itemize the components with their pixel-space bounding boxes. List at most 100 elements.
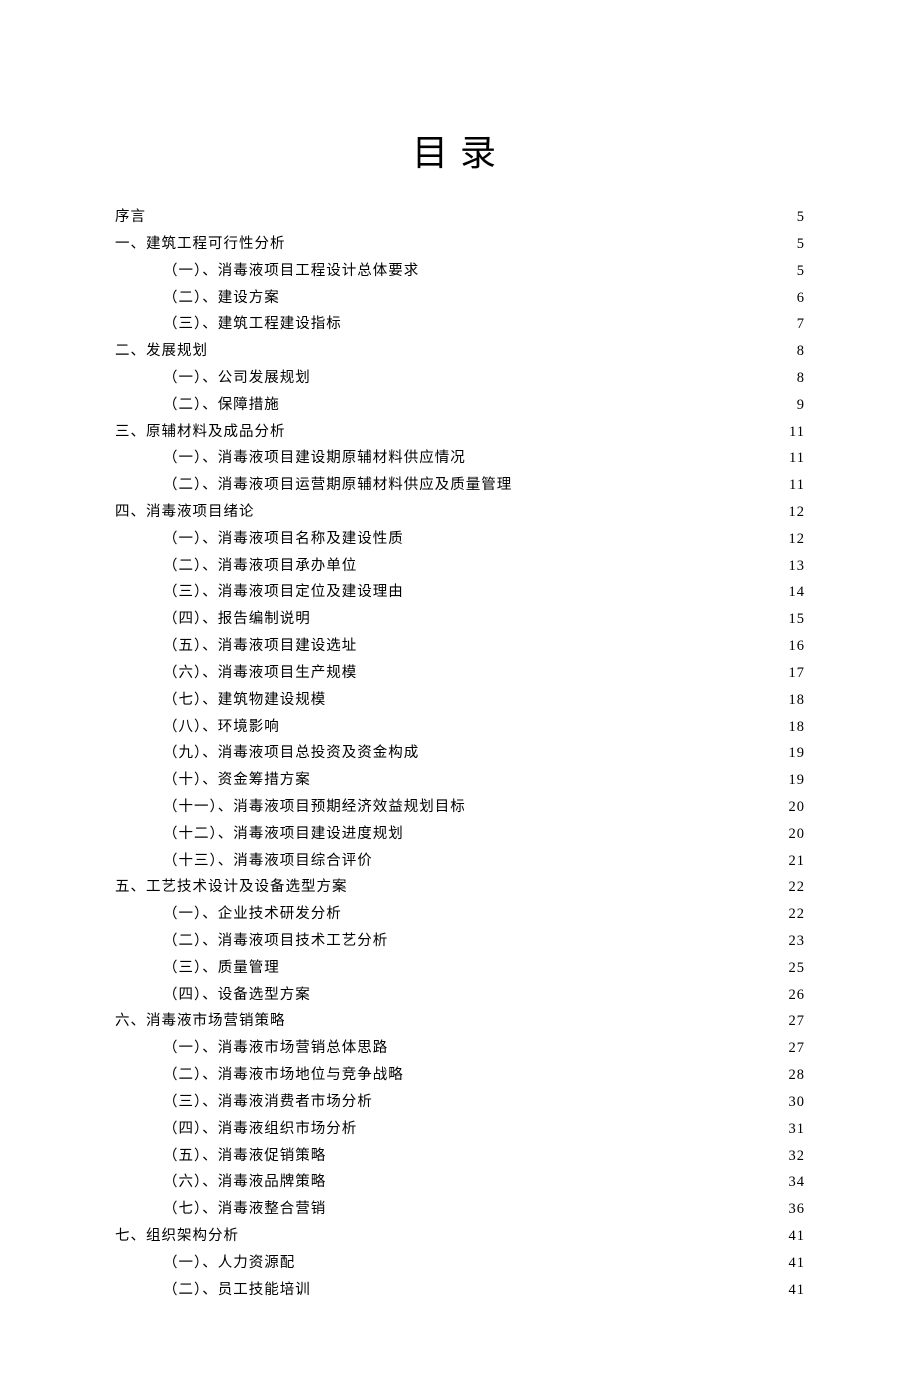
toc-entry-page: 5 xyxy=(797,258,805,285)
toc-dots xyxy=(350,877,787,892)
toc-dots xyxy=(390,931,786,946)
toc-entry-title: （四）、设备选型方案 xyxy=(163,982,311,1009)
toc-entry-page: 9 xyxy=(797,392,805,419)
toc-entry: 四、消毒液项目绪论 12 xyxy=(115,499,805,526)
toc-entry: （二）、保障措施 9 xyxy=(115,392,805,419)
toc-entry-page: 8 xyxy=(797,338,805,365)
toc-entry-title: （一）、消毒液市场营销总体思路 xyxy=(163,1035,388,1062)
toc-entry: （二）、消毒液项目承办单位 13 xyxy=(115,553,805,580)
toc-entry-title: （二）、消毒液项目技术工艺分析 xyxy=(163,928,388,955)
toc-entry-page: 20 xyxy=(789,794,806,821)
toc-entry-title: （二）、消毒液市场地位与竞争战略 xyxy=(163,1062,404,1089)
toc-entry: （一）、人力资源配 41 xyxy=(115,1250,805,1277)
toc-entry-page: 19 xyxy=(789,740,806,767)
toc-entry-page: 22 xyxy=(789,901,806,928)
toc-entry-title: （三）、消毒液项目定位及建设理由 xyxy=(163,579,404,606)
toc-entry-page: 14 xyxy=(789,579,806,606)
toc-entry-title: （二）、消毒液项目运营期原辅材料供应及质量管理 xyxy=(163,472,512,499)
toc-dots xyxy=(406,582,787,597)
toc-entry-title: （十三）、消毒液项目综合评价 xyxy=(163,848,373,875)
toc-dots xyxy=(406,528,787,543)
toc-dots xyxy=(328,1199,786,1214)
toc-dots xyxy=(421,260,795,275)
toc-dots xyxy=(313,367,795,382)
toc-entry-title: （八）、环境影响 xyxy=(163,714,280,741)
toc-dots xyxy=(297,1252,786,1267)
toc-entry-title: （二）、消毒液项目承办单位 xyxy=(163,553,357,580)
toc-entry: （一）、消毒液市场营销总体思路 27 xyxy=(115,1035,805,1062)
toc-entry: （一）、公司发展规划 8 xyxy=(115,365,805,392)
toc-entry-title: （四）、消毒液组织市场分析 xyxy=(163,1116,357,1143)
toc-entry: （二）、消毒液市场地位与竞争战略 28 xyxy=(115,1062,805,1089)
toc-entry: （四）、设备选型方案26 xyxy=(115,982,805,1009)
toc-dots xyxy=(359,636,786,651)
toc-dots xyxy=(282,394,795,409)
toc-entry-title: （三）、建筑工程建设指标 xyxy=(163,311,342,338)
toc-entry: （二）、建设方案 6 xyxy=(115,285,805,312)
toc-entry-page: 13 xyxy=(789,553,806,580)
toc-entry-page: 18 xyxy=(789,687,806,714)
toc-entry-page: 5 xyxy=(797,231,805,258)
page-title: 目录 xyxy=(115,124,805,176)
toc-entry: （五）、消毒液促销策略32 xyxy=(115,1143,805,1170)
toc-entry: （七）、消毒液整合营销36 xyxy=(115,1196,805,1223)
toc-entry-title: 四、消毒液项目绪论 xyxy=(115,499,255,526)
toc-entry-page: 11 xyxy=(789,419,805,446)
toc-entry-page: 16 xyxy=(789,633,806,660)
toc-dots xyxy=(328,1145,786,1160)
toc-dots xyxy=(210,341,795,356)
toc-entry-title: 一、建筑工程可行性分析 xyxy=(115,231,286,258)
toc-entry-page: 18 xyxy=(789,714,806,741)
toc-entry-page: 6 xyxy=(797,285,805,312)
toc-entry-page: 41 xyxy=(789,1277,806,1304)
toc-entry-title: （一）、消毒液项目建设期原辅材料供应情况 xyxy=(163,445,466,472)
toc-entry: （一）、消毒液项目工程设计总体要求5 xyxy=(115,258,805,285)
toc-entry-title: （三）、消毒液消费者市场分析 xyxy=(163,1089,373,1116)
toc-entry: （三）、建筑工程建设指标7 xyxy=(115,311,805,338)
toc-entry-page: 25 xyxy=(789,955,806,982)
toc-entry-title: （一）、公司发展规划 xyxy=(163,365,311,392)
toc-entry-title: （二）、保障措施 xyxy=(163,392,280,419)
toc-entry: （二）、员工技能培训41 xyxy=(115,1277,805,1304)
toc-dots xyxy=(406,1065,787,1080)
toc-entry-title: （六）、消毒液项目生产规模 xyxy=(163,660,357,687)
toc-dots xyxy=(282,287,795,302)
toc-dots xyxy=(514,475,787,490)
toc-dots xyxy=(288,1011,787,1026)
toc-entry-title: （二）、建设方案 xyxy=(163,285,280,312)
toc-entry-page: 11 xyxy=(789,445,805,472)
toc-entry-title: 三、原辅材料及成品分析 xyxy=(115,419,286,446)
toc-entry-title: （七）、消毒液整合营销 xyxy=(163,1196,326,1223)
toc-entry-page: 21 xyxy=(789,848,806,875)
toc-dots xyxy=(421,743,786,758)
toc-dots xyxy=(257,502,787,517)
toc-dots xyxy=(241,1225,787,1240)
toc-entry: （一）、消毒液项目建设期原辅材料供应情况 11 xyxy=(115,445,805,472)
toc-entry-page: 12 xyxy=(789,526,806,553)
toc-dots xyxy=(390,1038,786,1053)
toc-entry-title: 五、工艺技术设计及设备选型方案 xyxy=(115,874,348,901)
toc-entry: （三）、消毒液消费者市场分析30 xyxy=(115,1089,805,1116)
toc-entry-page: 8 xyxy=(797,365,805,392)
toc-dots xyxy=(359,662,786,677)
toc-entry-title: 序言 xyxy=(115,204,146,231)
toc-entry-title: （五）、消毒液促销策略 xyxy=(163,1143,326,1170)
toc-entry-page: 28 xyxy=(789,1062,806,1089)
toc-entry-page: 41 xyxy=(789,1250,806,1277)
toc-entry-page: 27 xyxy=(789,1035,806,1062)
toc-entry: 七、组织架构分析41 xyxy=(115,1223,805,1250)
toc-dots xyxy=(288,233,795,248)
toc-dots xyxy=(344,314,795,329)
toc-entry-page: 23 xyxy=(789,928,806,955)
toc-entry-page: 12 xyxy=(789,499,806,526)
toc-entry-title: 二、发展规划 xyxy=(115,338,208,365)
toc-entry: （四）、消毒液组织市场分析31 xyxy=(115,1116,805,1143)
toc-dots xyxy=(313,984,787,999)
toc-entry: （七）、建筑物建设规模18 xyxy=(115,687,805,714)
toc-entry: 一、建筑工程可行性分析 5 xyxy=(115,231,805,258)
toc-entry: （六）、消毒液项目生产规模17 xyxy=(115,660,805,687)
toc-entry-page: 19 xyxy=(789,767,806,794)
toc-entry-title: （一）、人力资源配 xyxy=(163,1250,295,1277)
toc-entry: （十二）、消毒液项目建设进度规划20 xyxy=(115,821,805,848)
toc-entry: 五、工艺技术设计及设备选型方案22 xyxy=(115,874,805,901)
